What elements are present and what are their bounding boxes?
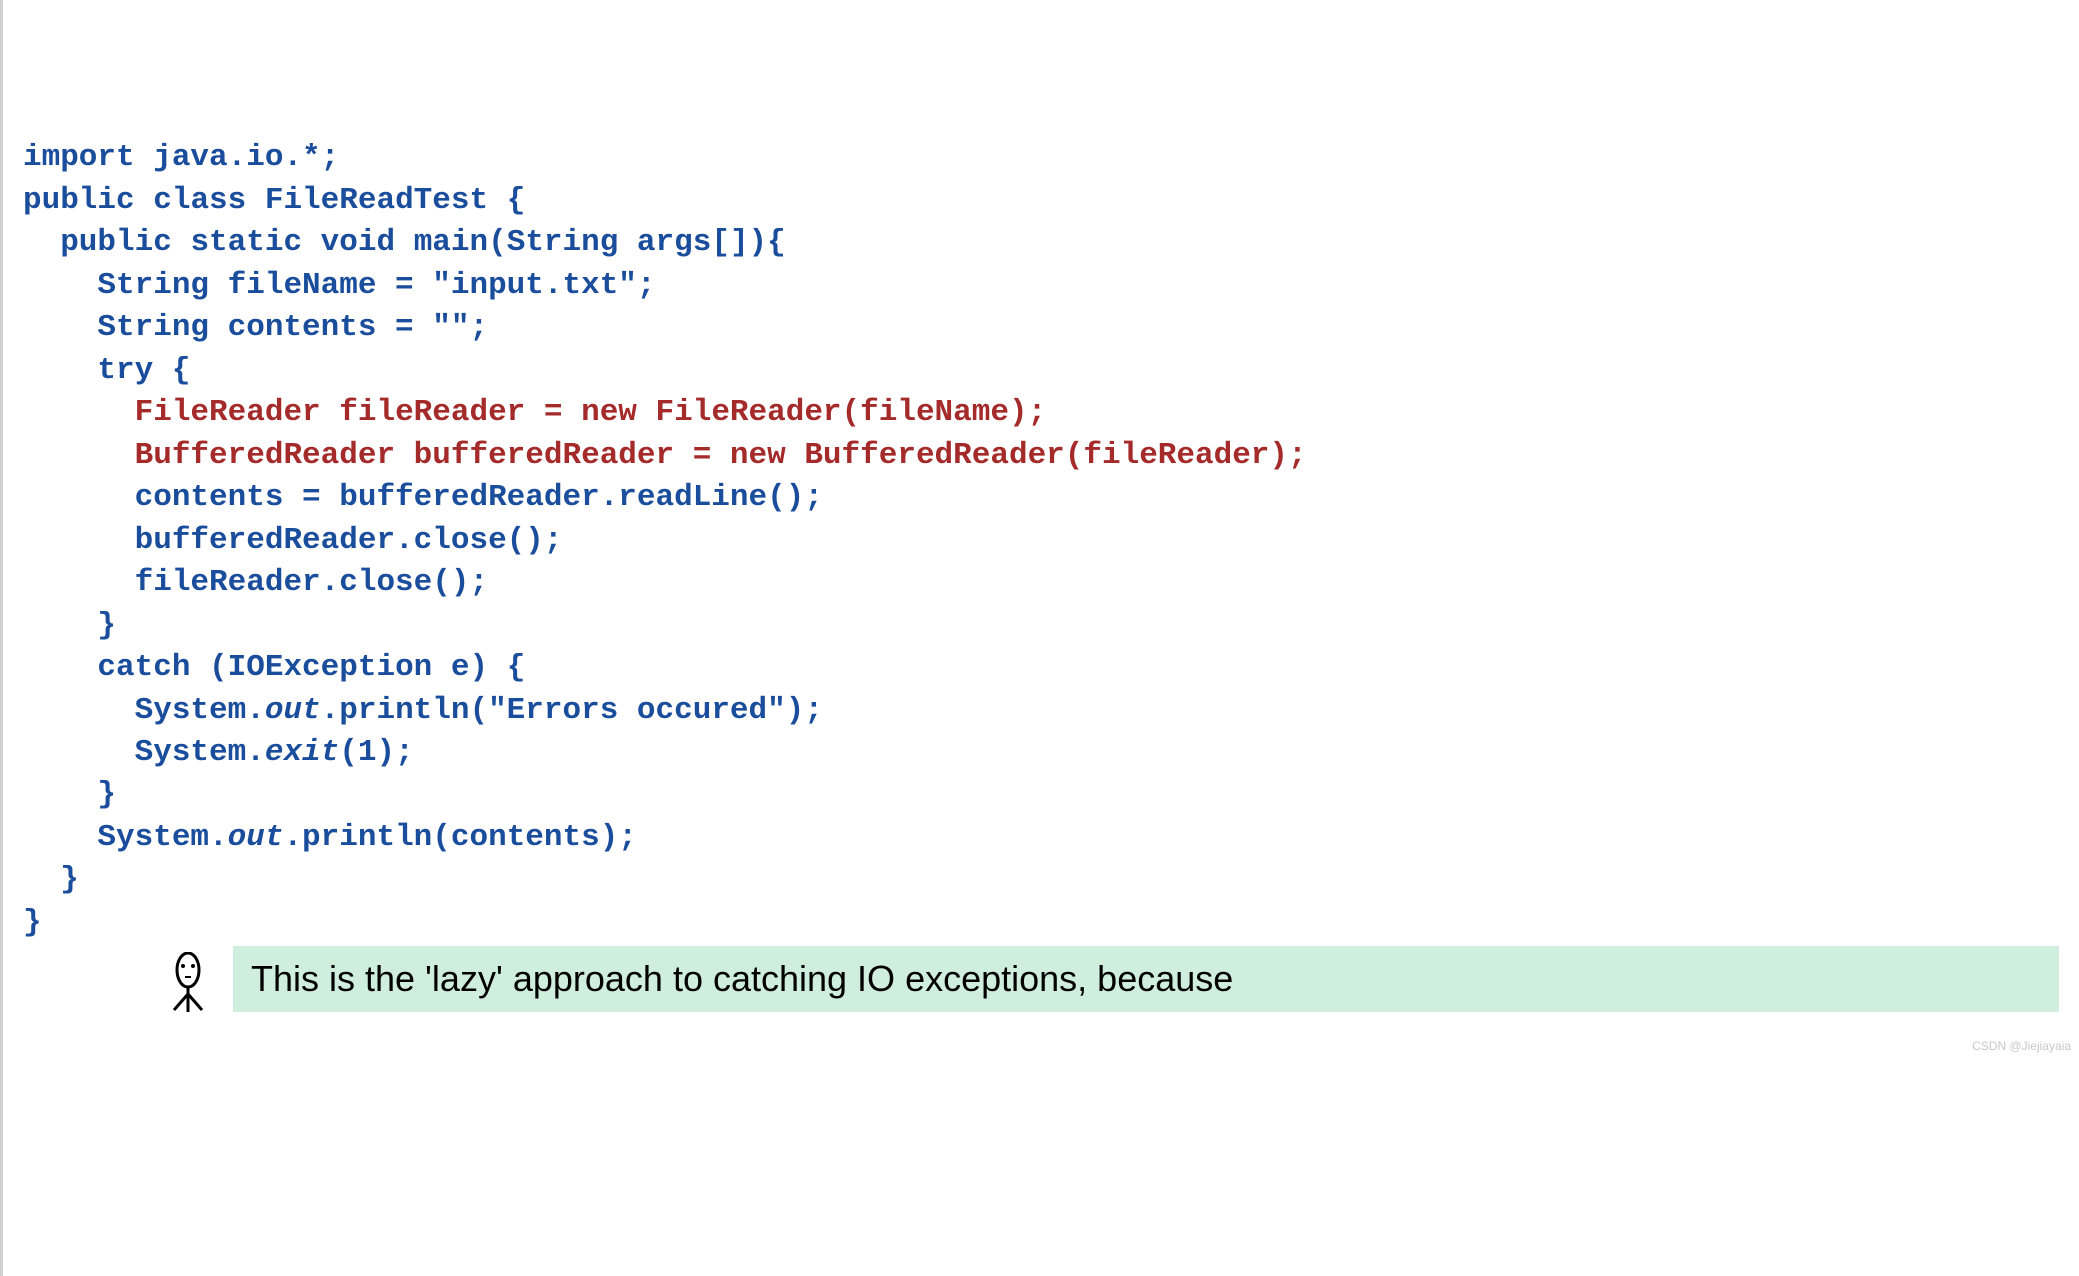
code-text: System. <box>23 693 265 728</box>
code-text: String contents = ""; <box>23 310 488 345</box>
keyword: void <box>321 225 395 260</box>
keyword: catch <box>97 650 190 685</box>
code-text <box>23 353 97 388</box>
code-text <box>302 225 321 260</box>
code-text: main(String args[]){ <box>395 225 786 260</box>
code-text <box>23 395 135 430</box>
keyword: public <box>23 183 135 218</box>
code-text: FileReadTest { <box>246 183 525 218</box>
code-text: System. <box>23 735 265 770</box>
code-text <box>23 438 135 473</box>
code-text: } <box>23 608 116 643</box>
code-text: java.io.*; <box>135 140 340 175</box>
keyword: public <box>23 225 172 260</box>
callout-row: This is the 'lazy' approach to catching … <box>23 946 2059 1011</box>
code-text: .println(contents); <box>283 820 636 855</box>
callout-box: This is the 'lazy' approach to catching … <box>233 946 2059 1011</box>
code-text: (1); <box>339 735 413 770</box>
keyword: import <box>23 140 135 175</box>
code-text: fileReader.close(); <box>23 565 488 600</box>
highlighted-code: FileReader fileReader = new FileReader(f… <box>135 395 1047 430</box>
keyword: class <box>153 183 246 218</box>
keyword: static <box>190 225 302 260</box>
code-text <box>23 650 97 685</box>
code-text: System. <box>23 820 228 855</box>
stick-figure-icon <box>163 952 213 1012</box>
code-text: } <box>23 905 42 940</box>
code-text: contents = bufferedReader.readLine(); <box>23 480 823 515</box>
italic-code: out <box>228 820 284 855</box>
highlighted-code: BufferedReader bufferedReader = new Buff… <box>135 438 1307 473</box>
code-text <box>135 183 154 218</box>
keyword: try <box>97 353 153 388</box>
code-text: bufferedReader.close(); <box>23 523 563 558</box>
code-text: } <box>23 777 116 812</box>
code-text: (IOException e) { <box>190 650 525 685</box>
watermark: CSDN @Jiejiayaia <box>1972 1038 2071 1054</box>
italic-code: exit <box>265 735 339 770</box>
code-text <box>172 225 191 260</box>
code-text: String fileName = "input.txt"; <box>23 268 656 303</box>
italic-code: out <box>265 693 321 728</box>
code-block: import java.io.*; public class FileReadT… <box>23 137 2059 944</box>
code-text: } <box>23 862 79 897</box>
code-text: .println("Errors occured"); <box>321 693 823 728</box>
code-text: { <box>153 353 190 388</box>
